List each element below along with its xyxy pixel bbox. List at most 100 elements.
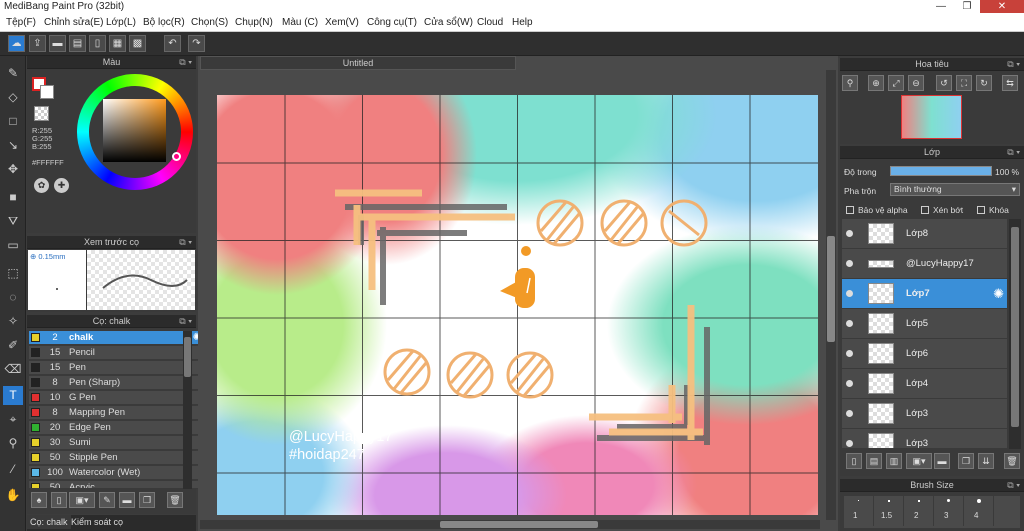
brush-item[interactable]: 10 G Pen xyxy=(29,391,205,405)
layer-row[interactable]: @LucyHappy17 xyxy=(842,249,1007,279)
menu-cloud[interactable]: Cloud xyxy=(477,17,503,28)
menu-select[interactable]: Chọn(S) xyxy=(191,17,228,28)
layer-row[interactable]: Lớp3 xyxy=(842,429,1007,449)
scroll-thumb[interactable] xyxy=(827,236,835,342)
add-layer-menu-icon[interactable]: ▣▾ xyxy=(906,453,932,469)
menu-file[interactable]: Tệp(F) xyxy=(6,17,36,28)
panel-undock-icon[interactable]: ⧉ ▾ xyxy=(179,56,192,69)
hue-marker[interactable] xyxy=(172,152,181,161)
dropper-tool-icon[interactable]: ⚲ xyxy=(3,434,23,453)
rotate-right-icon[interactable]: ↻ xyxy=(976,75,992,91)
drawing-canvas[interactable]: @LucyHappy17 #hoidap247 xyxy=(217,95,818,515)
fill-rect-icon[interactable]: ■ xyxy=(3,188,23,207)
size-cell[interactable]: 2 xyxy=(904,496,934,526)
menu-tools[interactable]: Công cụ(T) xyxy=(367,17,417,28)
size-cell[interactable]: 1 xyxy=(844,496,874,526)
size-cell[interactable]: 1.5 xyxy=(874,496,904,526)
hand-tool-icon[interactable]: ✋ xyxy=(3,486,23,505)
zoom-in-icon[interactable]: ⊕ xyxy=(868,75,884,91)
scroll-thumb[interactable] xyxy=(440,521,598,528)
tab-brush-control[interactable]: Kiểm soát cọ xyxy=(68,515,126,529)
redo-icon[interactable]: ↷ xyxy=(188,35,205,52)
new-8bit-layer-icon[interactable]: ▥ xyxy=(886,453,902,469)
menu-capture[interactable]: Chụp(N) xyxy=(235,17,273,28)
brush-list-scrollbar[interactable] xyxy=(183,331,192,489)
menu-filter[interactable]: Bộ lọc(R) xyxy=(143,17,185,28)
gradient-tool-icon[interactable]: ▭ xyxy=(3,236,23,255)
brush-item[interactable]: 15 Pen xyxy=(29,361,205,375)
layer-row[interactable]: Lớp4 xyxy=(842,369,1007,399)
actual-size-icon[interactable]: ⛶ xyxy=(956,75,972,91)
menu-window[interactable]: Cửa sổ(W) xyxy=(424,17,473,28)
brush-item[interactable]: 2 chalk ✺ xyxy=(29,331,205,345)
background-swatch[interactable] xyxy=(40,85,54,99)
grid-icon[interactable]: ▩ xyxy=(129,35,146,52)
layer-row[interactable]: Lớp8 xyxy=(842,219,1007,249)
opacity-slider[interactable] xyxy=(890,166,992,176)
new-file-icon[interactable]: ▯ xyxy=(51,492,67,508)
fit-icon[interactable]: ⤢ xyxy=(888,75,904,91)
visibility-icon[interactable] xyxy=(846,230,853,237)
size-cell[interactable]: 3 xyxy=(934,496,964,526)
select-tool-icon[interactable]: ⬚ xyxy=(3,264,23,283)
folder-icon[interactable]: ▬ xyxy=(119,492,135,508)
minimize-button[interactable]: — xyxy=(928,0,954,13)
flip-icon[interactable]: ⇆ xyxy=(1002,75,1018,91)
trash-icon[interactable]: 🗑 xyxy=(167,492,183,508)
transparent-swatch[interactable] xyxy=(34,106,49,121)
saturation-square[interactable] xyxy=(103,99,166,162)
duplicate-layer-icon[interactable]: ❐ xyxy=(958,453,974,469)
canvas-vertical-scrollbar[interactable] xyxy=(826,70,836,520)
brush-add-icon[interactable]: ♠ xyxy=(31,492,47,508)
new-halftone-layer-icon[interactable]: ▤ xyxy=(866,453,882,469)
operation-tool-icon[interactable]: ⌖ xyxy=(3,410,23,429)
select-pen-icon[interactable]: ✐ xyxy=(3,336,23,355)
brush-item[interactable]: 15 Pencil xyxy=(29,346,205,360)
menu-view[interactable]: Xem(V) xyxy=(325,17,359,28)
canvas-horizontal-scrollbar[interactable] xyxy=(200,520,820,529)
folder-icon[interactable]: ▬ xyxy=(934,453,950,469)
visibility-icon[interactable] xyxy=(846,410,853,417)
zoom-out-icon[interactable]: ⊖ xyxy=(908,75,924,91)
brush-item[interactable]: 8 Pen (Sharp) xyxy=(29,376,205,390)
visibility-icon[interactable] xyxy=(846,380,853,387)
brush-item[interactable]: 50 Acryic xyxy=(29,481,205,489)
rotate-left-icon[interactable]: ↺ xyxy=(936,75,952,91)
panel-undock-icon[interactable]: ⧉ ▾ xyxy=(1007,479,1020,492)
visibility-icon[interactable] xyxy=(846,260,853,267)
cloud-icon[interactable]: ☁ xyxy=(8,35,25,52)
rect-tool-icon[interactable]: □ xyxy=(3,112,23,131)
layer-row[interactable]: Lớp5 xyxy=(842,309,1007,339)
zoom-icon[interactable]: ⚲ xyxy=(842,75,858,91)
panel-undock-icon[interactable]: ⧉ ▾ xyxy=(179,236,192,249)
brush-tool-icon[interactable]: ✎ xyxy=(3,64,23,83)
select-eraser-icon[interactable]: ⌫ xyxy=(3,360,23,379)
edit-icon[interactable]: ✎ xyxy=(99,492,115,508)
upload-icon[interactable]: ⇪ xyxy=(29,35,46,52)
new-layer-icon[interactable]: ▯ xyxy=(846,453,862,469)
trash-icon[interactable]: 🗑 xyxy=(1004,453,1020,469)
brush-item[interactable]: 50 Stipple Pen xyxy=(29,451,205,465)
visibility-icon[interactable] xyxy=(846,350,853,357)
visibility-icon[interactable] xyxy=(846,440,853,447)
page-list-icon[interactable]: ▦ xyxy=(109,35,126,52)
eraser-tool-icon[interactable]: ◇ xyxy=(3,88,23,107)
menu-color[interactable]: Màu (C) xyxy=(282,17,318,28)
comment-icon[interactable]: ▬ xyxy=(49,35,66,52)
add-menu-icon[interactable]: ▣▾ xyxy=(69,492,95,508)
panel-undock-icon[interactable]: ⧉ ▾ xyxy=(1007,58,1020,71)
brush-item[interactable]: 20 Edge Pen xyxy=(29,421,205,435)
brush-item[interactable]: 30 Sumi xyxy=(29,436,205,450)
menu-layer[interactable]: Lớp(L) xyxy=(106,17,136,28)
eyedropper-icon[interactable]: ⁄ xyxy=(3,460,23,479)
brush-item[interactable]: 100 Watercolor (Wet) xyxy=(29,466,205,480)
checkbox-lock[interactable] xyxy=(977,206,985,214)
palette-add-icon[interactable]: ✚ xyxy=(54,178,69,193)
brush-item[interactable]: 8 Mapping Pen xyxy=(29,406,205,420)
layer-row[interactable]: Lớp3 xyxy=(842,399,1007,429)
checkbox-clip[interactable] xyxy=(921,206,929,214)
bucket-tool-icon[interactable]: ⛛ xyxy=(3,212,23,231)
undo-icon[interactable]: ↶ xyxy=(164,35,181,52)
layer-row[interactable]: Lớp6 xyxy=(842,339,1007,369)
line-tool-icon[interactable]: ↘ xyxy=(3,136,23,155)
